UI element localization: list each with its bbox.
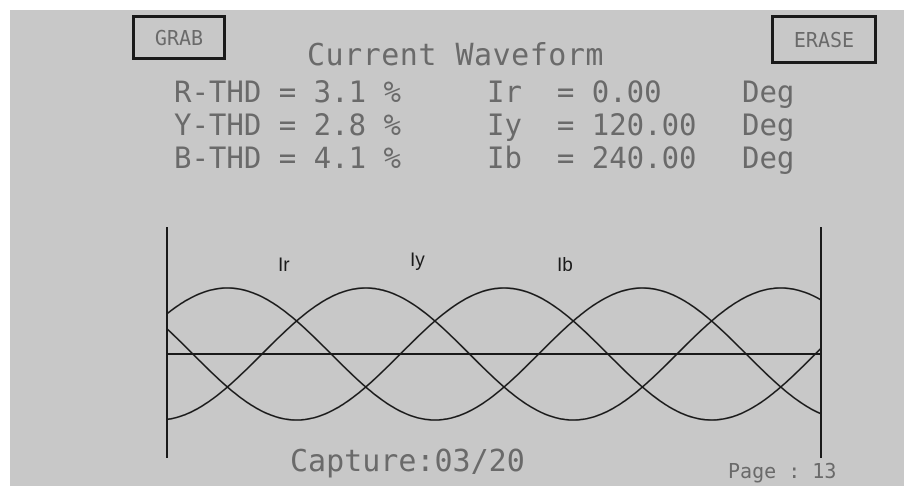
ib-waveform-label: Ib — [557, 255, 573, 276]
device-screen: GRAB ERASE Current Waveform R-THD = 3.1 … — [0, 0, 914, 496]
waveform-plot — [166, 227, 822, 458]
capture-counter: Capture:03/20 — [290, 444, 525, 479]
iy-waveform-label: Iy — [410, 250, 425, 271]
page-indicator: Page : 13 — [728, 459, 837, 483]
ir-waveform-label: Ir — [278, 255, 290, 276]
